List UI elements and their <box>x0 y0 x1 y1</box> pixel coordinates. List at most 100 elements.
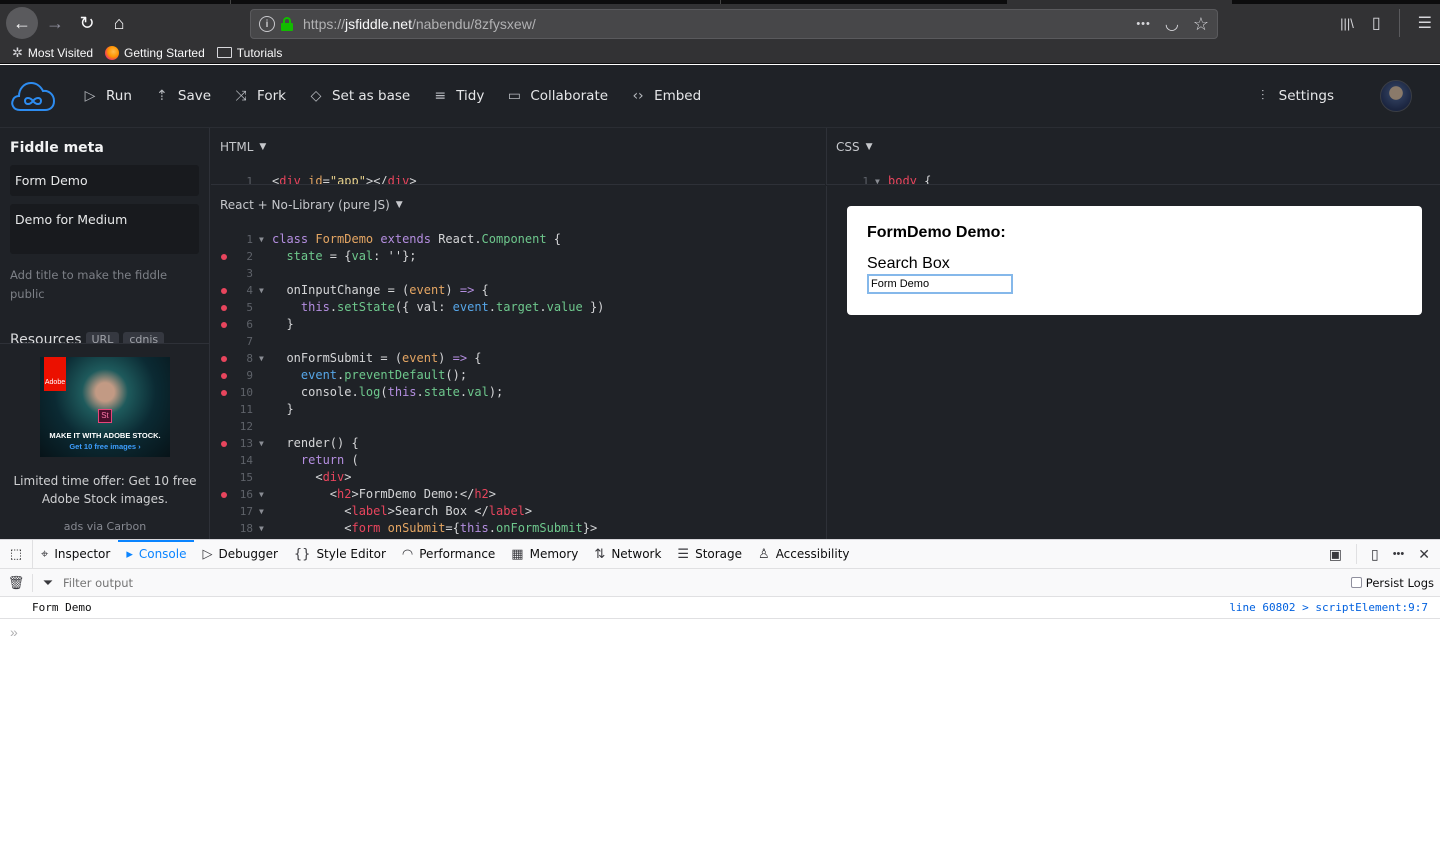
html-panel-header[interactable]: HTML ▼ <box>220 140 825 154</box>
pocket-icon[interactable]: ◡ <box>1165 14 1179 34</box>
css-panel-header[interactable]: CSS ▼ <box>836 140 1440 154</box>
css-panel-label: CSS <box>836 140 860 154</box>
tab-network[interactable]: ⇅ Network <box>586 540 669 569</box>
html-code[interactable]: 1 <div id="app"></div> <box>211 173 825 184</box>
bookmark-most-visited[interactable]: ✲ Most Visited <box>12 45 93 61</box>
close-icon[interactable]: ✕ <box>1418 546 1430 563</box>
bookmark-getting-started[interactable]: Getting Started <box>105 45 205 60</box>
console-input[interactable]: » <box>0 619 1440 645</box>
html-panel-label: HTML <box>220 140 254 154</box>
carbon-ad: Adobe St MAKE IT WITH ADOBE STOCK. Get 1… <box>0 343 209 539</box>
css-editor-panel: CSS ▼ 1 ▼ body { <box>826 128 1440 185</box>
gear-icon: ✲ <box>12 44 23 60</box>
tab-style-editor[interactable]: {} Style Editor <box>286 540 394 569</box>
url-bar[interactable]: i https://jsfiddle.net/nabendu/8zfysxew/… <box>250 9 1218 39</box>
tab-label: Style Editor <box>316 547 386 561</box>
site-info-icon[interactable]: i <box>259 16 275 32</box>
save-button[interactable]: ⇡ Save <box>154 88 211 104</box>
reload-button[interactable]: ↻ <box>72 8 102 38</box>
tab-debugger[interactable]: ▷ Debugger <box>194 540 285 569</box>
ad-text[interactable]: Limited time offer: Get 10 free Adobe St… <box>12 472 198 508</box>
fork-label: Fork <box>257 88 286 104</box>
chevron-down-icon: ▼ <box>395 200 403 210</box>
bookmark-label: Most Visited <box>27 45 94 60</box>
responsive-design-icon[interactable]: ▯ <box>1371 546 1379 563</box>
css-code[interactable]: 1 ▼ body { <box>827 173 1440 184</box>
library-icon[interactable]: |||\ <box>1340 16 1354 31</box>
log-source-link[interactable]: line 60802 > scriptElement:9:7 <box>1229 601 1440 614</box>
adobe-logo-icon: Adobe <box>44 357 66 391</box>
bookmark-tutorials[interactable]: Tutorials <box>216 45 283 60</box>
result-panel: FormDemo Demo: Search Box <box>826 186 1440 539</box>
error-marker <box>221 390 227 396</box>
tab-accessibility[interactable]: ♙ Accessibility <box>750 540 858 569</box>
back-button[interactable]: ← <box>6 7 38 39</box>
url-path: /nabendu/8zfysxew/ <box>411 16 536 32</box>
error-marker <box>221 373 227 379</box>
persist-logs-checkbox[interactable] <box>1350 577 1362 588</box>
error-marker <box>221 322 227 328</box>
tab-performance[interactable]: ◠ Performance <box>394 540 503 569</box>
bookmark-label: Tutorials <box>236 45 283 60</box>
accessibility-person-icon: ♙ <box>758 546 770 562</box>
fiddle-title-input[interactable]: Form Demo <box>10 165 199 196</box>
hamburger-menu-icon[interactable]: ☰ <box>1418 13 1432 33</box>
set-as-base-button[interactable]: ◇ Set as base <box>308 88 411 104</box>
filter-output-input[interactable] <box>63 575 463 590</box>
home-button[interactable]: ⌂ <box>104 8 134 38</box>
js-panel-header[interactable]: React + No-Library (pure JS) ▼ <box>220 198 825 212</box>
reload-icon: ↻ <box>79 12 95 33</box>
tab-label: Accessibility <box>775 547 850 561</box>
tab-label: Network <box>611 547 662 561</box>
jsfiddle-toolbar: ▷ Run ⇡ Save ⤨ Fork ◇ Set as base ≡ Tidy ▭ Col… <box>0 65 1440 128</box>
console-filter-bar: 🗑 ⏷ Persist Logs <box>0 569 1440 597</box>
embed-button[interactable]: ‹› Embed <box>630 88 701 104</box>
user-avatar[interactable] <box>1380 80 1412 112</box>
html-editor-panel: HTML ▼ 1 <div id="app"></div> <box>211 128 825 185</box>
persist-logs-toggle[interactable]: Persist Logs <box>1350 576 1440 590</box>
tab-label: Memory <box>529 547 579 561</box>
tab-memory[interactable]: ▦ Memory <box>503 540 586 569</box>
back-arrow-icon: ← <box>13 12 31 33</box>
tab-storage[interactable]: ☰ Storage <box>669 540 750 569</box>
bookmarks-toolbar: ✲ Most Visited Getting Started Tutorials <box>0 42 1440 64</box>
fork-button[interactable]: ⤨ Fork <box>233 88 286 104</box>
log-text: Form Demo <box>32 601 92 614</box>
sidebar-toggle-icon[interactable]: ▯ <box>1372 13 1381 33</box>
tab-label: Console <box>138 547 187 561</box>
play-icon: ▷ <box>84 88 96 104</box>
tab-console[interactable]: ▸ Console <box>118 539 195 569</box>
split-console-icon[interactable]: ▣ <box>1329 546 1342 563</box>
settings-button[interactable]: ⫶ Settings <box>1255 88 1334 104</box>
tidy-label: Tidy <box>456 88 485 104</box>
gauge-icon: ◠ <box>401 546 414 562</box>
ad-via-link[interactable]: ads via Carbon <box>0 520 209 533</box>
bookmark-star-icon[interactable]: ☆ <box>1193 14 1209 35</box>
collaborate-button[interactable]: ▭ Collaborate <box>506 88 608 104</box>
error-marker <box>221 356 227 362</box>
save-label: Save <box>177 88 212 104</box>
lock-icon <box>281 17 293 31</box>
ad-image[interactable]: Adobe St MAKE IT WITH ADOBE STOCK. Get 1… <box>40 357 170 457</box>
url-text[interactable]: https://jsfiddle.net/nabendu/8zfysxew/ <box>303 16 536 32</box>
fiddle-description-input[interactable]: Demo for Medium <box>10 204 199 254</box>
tab-inspector[interactable]: ⌖ Inspector <box>33 540 118 569</box>
element-picker-button[interactable]: ⬚ <box>0 539 33 569</box>
console-icon: ▸ <box>126 546 133 562</box>
tag-icon: ◇ <box>310 88 322 104</box>
page-actions-icon[interactable]: ••• <box>1136 18 1151 30</box>
more-options-icon[interactable]: ••• <box>1393 548 1405 560</box>
tidy-button[interactable]: ≡ Tidy <box>432 88 484 104</box>
ad-cta: Get 10 free images › <box>69 442 141 451</box>
braces-icon: {} <box>293 546 311 562</box>
forward-button[interactable]: → <box>40 8 70 38</box>
error-marker <box>221 492 227 498</box>
jsfiddle-logo-icon[interactable] <box>10 78 56 114</box>
trash-icon[interactable]: 🗑 <box>0 573 33 592</box>
public-hint: Add title to make the fiddle public <box>10 268 168 301</box>
search-input[interactable] <box>867 274 1013 294</box>
run-button[interactable]: ▷ Run <box>82 88 132 104</box>
url-host: jsfiddle.net <box>345 16 412 32</box>
js-code[interactable]: 1 ▼ class FormDemo extends React.Component… <box>211 231 825 539</box>
chat-bubble-icon: ▭ <box>507 88 521 104</box>
